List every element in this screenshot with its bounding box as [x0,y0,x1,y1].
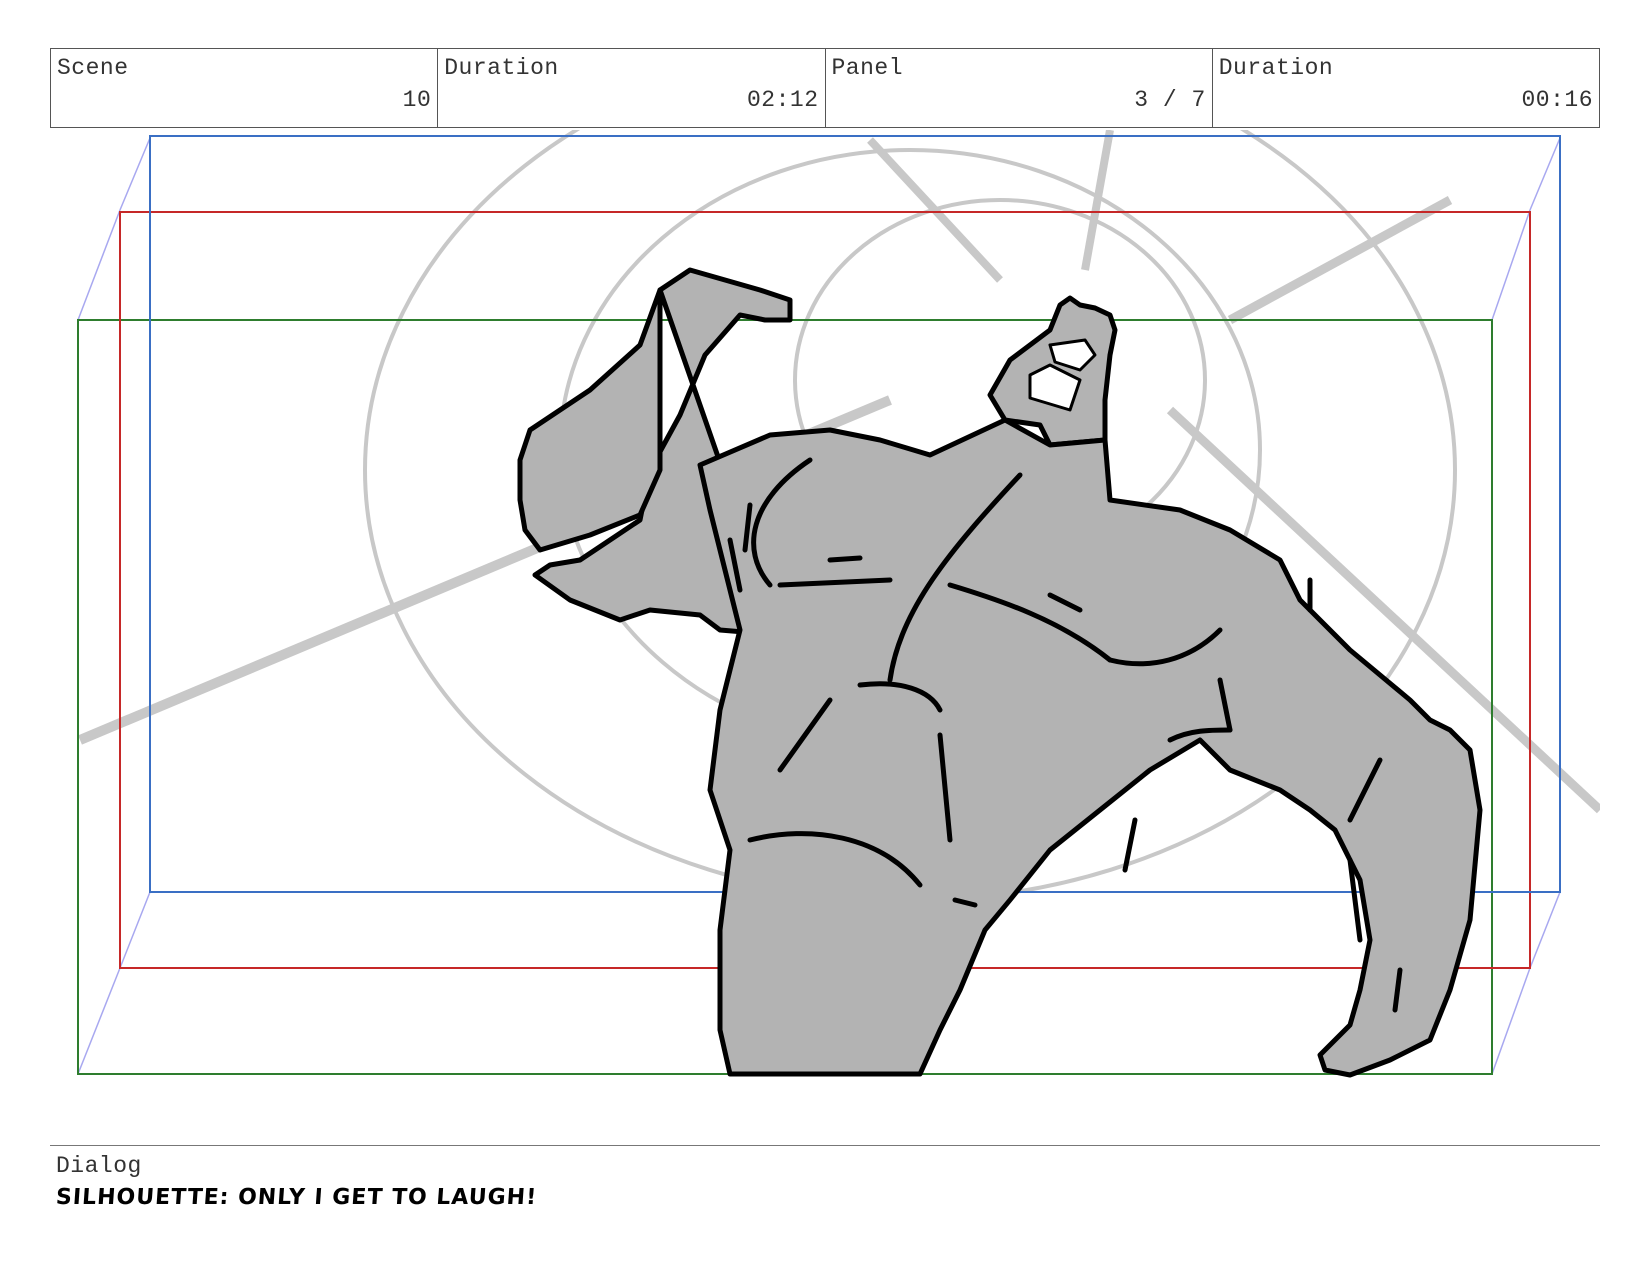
scene-label: Scene [57,55,129,81]
scene-value: 10 [402,87,432,113]
scene-cell: Scene 10 [51,49,439,127]
panel-label: Panel [831,55,904,81]
scene-duration-label: Duration [444,55,559,81]
panel-duration-value: 00:16 [1521,87,1593,113]
dialog-text: SILHOUETTE: ONLY I GET TO LAUGH! [55,1185,538,1210]
panel-cell: Panel 3 / 7 [826,49,1213,127]
panel-info-header: Scene 10 Duration 02:12 Panel 3 / 7 Dura… [50,48,1600,128]
scene-duration-cell: Duration 02:12 [438,49,826,127]
dialog-label: Dialog [56,1153,142,1179]
storyboard-panel [50,130,1600,1134]
scene-duration-value: 02:12 [746,87,819,113]
panel-duration-label: Duration [1218,55,1334,81]
dialog-divider [50,1145,1600,1146]
storyboard-drawing [77,130,1600,1078]
panel-duration-cell: Duration 00:16 [1213,49,1599,127]
silhouette-figure [517,267,1483,1078]
panel-value: 3 / 7 [1134,87,1206,113]
